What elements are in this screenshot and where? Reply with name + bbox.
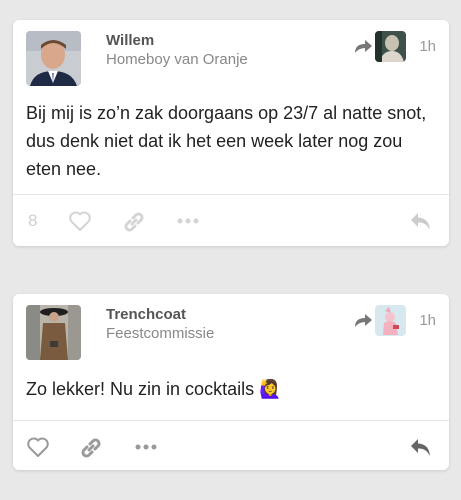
more-button[interactable]	[177, 218, 199, 224]
divider	[13, 194, 449, 195]
copy-link-button[interactable]	[79, 436, 103, 460]
reply-icon	[411, 213, 430, 230]
post-body-text: Zo lekker! Nu zin in cocktails	[26, 379, 255, 399]
post-time[interactable]: 1h	[419, 312, 436, 329]
post-time[interactable]: 1h	[419, 38, 436, 55]
more-icon	[177, 218, 199, 224]
heart-icon	[27, 437, 49, 457]
reply-to-avatar[interactable]	[375, 305, 406, 336]
more-icon	[135, 444, 157, 450]
like-button[interactable]	[26, 436, 50, 458]
post-actions: 8	[13, 202, 449, 242]
username[interactable]: Willem	[106, 32, 154, 49]
copy-link-button[interactable]	[122, 210, 146, 234]
avatar[interactable]	[26, 305, 81, 360]
reply-icon	[411, 439, 430, 456]
like-button[interactable]	[68, 210, 92, 232]
post-card: Willem Homeboy van Oranje 1h Bij mij is …	[13, 20, 449, 246]
post-body: Zo lekker! Nu zin in cocktails 🙋‍♀️	[26, 375, 431, 403]
reply-arrow-icon	[355, 40, 372, 53]
link-icon	[124, 212, 144, 232]
reply-to-avatar[interactable]	[375, 31, 406, 62]
emoji: 🙋‍♀️	[259, 379, 282, 399]
user-title: Homeboy van Oranje	[106, 51, 248, 68]
reply-arrow-icon	[355, 314, 372, 327]
like-count: 8	[28, 211, 38, 230]
more-button[interactable]	[135, 444, 157, 450]
post-card: Trenchcoat Feestcommissie 1h Zo lekker! …	[13, 294, 449, 470]
reply-button[interactable]	[409, 436, 433, 458]
link-icon	[81, 438, 101, 458]
user-title: Feestcommissie	[106, 325, 215, 342]
divider	[13, 420, 449, 421]
reply-button[interactable]	[409, 210, 433, 232]
heart-icon	[69, 211, 91, 231]
username[interactable]: Trenchcoat	[106, 306, 186, 323]
post-actions	[13, 428, 449, 468]
avatar[interactable]	[26, 31, 81, 86]
post-body: Bij mij is zo’n zak doorgaans op 23/7 al…	[26, 103, 427, 179]
